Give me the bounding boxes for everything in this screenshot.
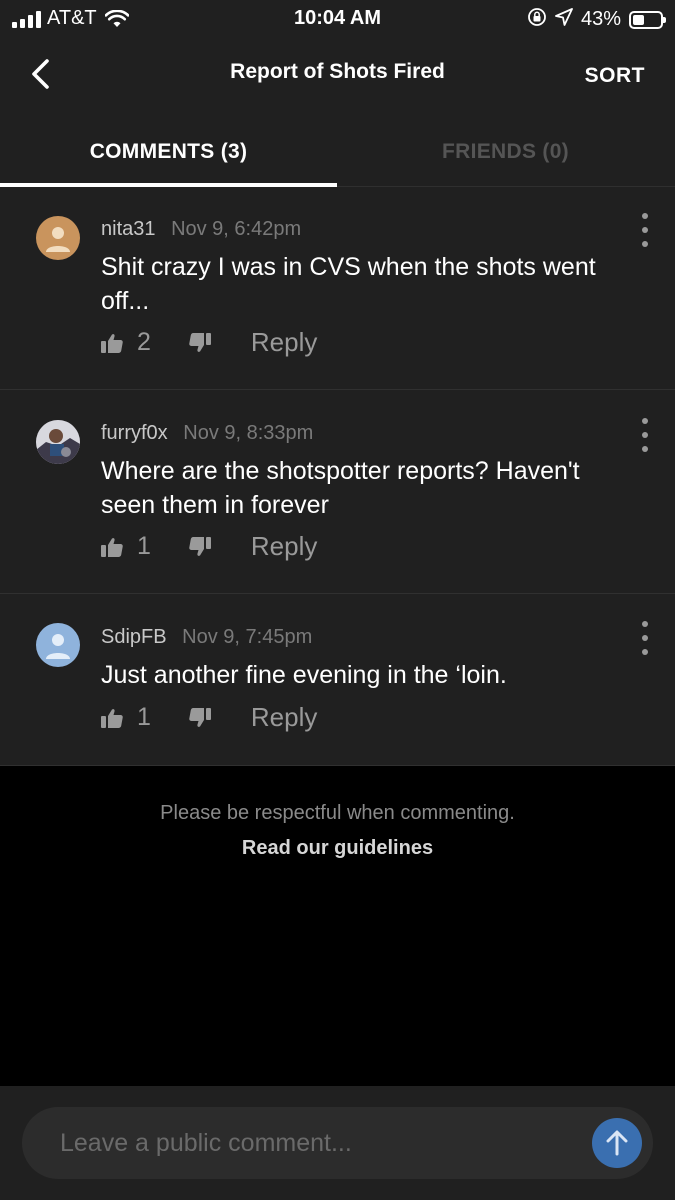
timestamp: Nov 9, 6:42pm	[171, 218, 302, 240]
comment-actions: 1 Reply	[101, 702, 317, 733]
avatar[interactable]	[36, 623, 80, 667]
like-count: 2	[137, 328, 151, 356]
arrow-up-icon	[606, 1130, 628, 1156]
like-count: 1	[137, 532, 151, 560]
like-button[interactable]: 2	[101, 328, 151, 357]
comment-input[interactable]: Leave a public comment...	[22, 1107, 653, 1179]
reply-button[interactable]: Reply	[251, 531, 317, 562]
username[interactable]: furryf0x	[101, 422, 168, 444]
comment-guidelines-note: Please be respectful when commenting. Re…	[0, 802, 675, 860]
avatar[interactable]	[36, 216, 80, 260]
username[interactable]: nita31	[101, 218, 156, 240]
more-options-button[interactable]	[637, 621, 653, 655]
like-button[interactable]: 1	[101, 703, 151, 732]
username[interactable]: SdipFB	[101, 626, 167, 648]
reply-button[interactable]: Reply	[251, 702, 317, 733]
comment-actions: 1 Reply	[101, 531, 317, 562]
thumbs-up-icon	[101, 333, 123, 353]
tab-friends[interactable]: FRIENDS (0)	[337, 116, 674, 187]
comment-actions: 2 Reply	[101, 327, 317, 358]
respect-message: Please be respectful when commenting.	[160, 802, 515, 824]
status-bar: AT&T 10:04 AM 43%	[0, 0, 675, 40]
header: Report of Shots Fired SORT	[0, 40, 675, 116]
timestamp: Nov 9, 7:45pm	[182, 626, 313, 648]
orientation-lock-icon	[527, 7, 547, 32]
thumbs-down-icon	[189, 707, 211, 727]
more-options-button[interactable]	[637, 213, 653, 247]
comment-text: Shit crazy I was in CVS when the shots w…	[101, 253, 596, 315]
sort-button[interactable]: SORT	[585, 64, 645, 88]
thumbs-up-icon	[101, 537, 123, 557]
user-silhouette-icon	[46, 634, 70, 659]
tab-bar: COMMENTS (3) FRIENDS (0)	[0, 116, 675, 187]
battery-level	[633, 14, 645, 25]
tab-comments[interactable]: COMMENTS (3)	[0, 116, 337, 187]
thumbs-down-icon	[189, 332, 211, 352]
page-title: Report of Shots Fired	[230, 60, 445, 83]
battery-icon	[629, 10, 666, 29]
user-photo	[36, 420, 80, 464]
thumbs-up-icon	[101, 708, 123, 728]
comment-item: SdipFB Nov 9, 7:45pm Just another fine e…	[0, 594, 675, 766]
comment-list: nita31 Nov 9, 6:42pm Shit crazy I was in…	[0, 187, 675, 766]
comment-item: nita31 Nov 9, 6:42pm Shit crazy I was in…	[0, 187, 675, 390]
comment-meta: furryf0x Nov 9, 8:33pm	[101, 422, 313, 445]
comment-text: Just another fine evening in the ‘loin.	[101, 661, 507, 689]
user-silhouette-icon	[46, 227, 70, 252]
reply-button[interactable]: Reply	[251, 327, 317, 358]
like-button[interactable]: 1	[101, 532, 151, 561]
comment-meta: nita31 Nov 9, 6:42pm	[101, 218, 301, 241]
dislike-button[interactable]	[189, 536, 211, 557]
timestamp: Nov 9, 8:33pm	[183, 422, 314, 444]
like-count: 1	[137, 703, 151, 731]
send-button[interactable]	[592, 1118, 642, 1168]
location-icon	[555, 8, 573, 31]
avatar[interactable]	[36, 420, 80, 464]
dislike-button[interactable]	[189, 707, 211, 728]
more-options-button[interactable]	[637, 418, 653, 452]
comment-composer: Leave a public comment...	[0, 1086, 675, 1200]
comment-item: furryf0x Nov 9, 8:33pm Where are the sho…	[0, 390, 675, 594]
guidelines-link[interactable]: Read our guidelines	[0, 837, 675, 860]
status-right: 43%	[527, 7, 666, 32]
thumbs-down-icon	[189, 536, 211, 556]
comment-meta: SdipFB Nov 9, 7:45pm	[101, 626, 312, 649]
comment-text: Where are the shotspotter reports? Haven…	[101, 457, 580, 519]
dislike-button[interactable]	[189, 332, 211, 353]
battery-percent: 43%	[580, 8, 621, 30]
